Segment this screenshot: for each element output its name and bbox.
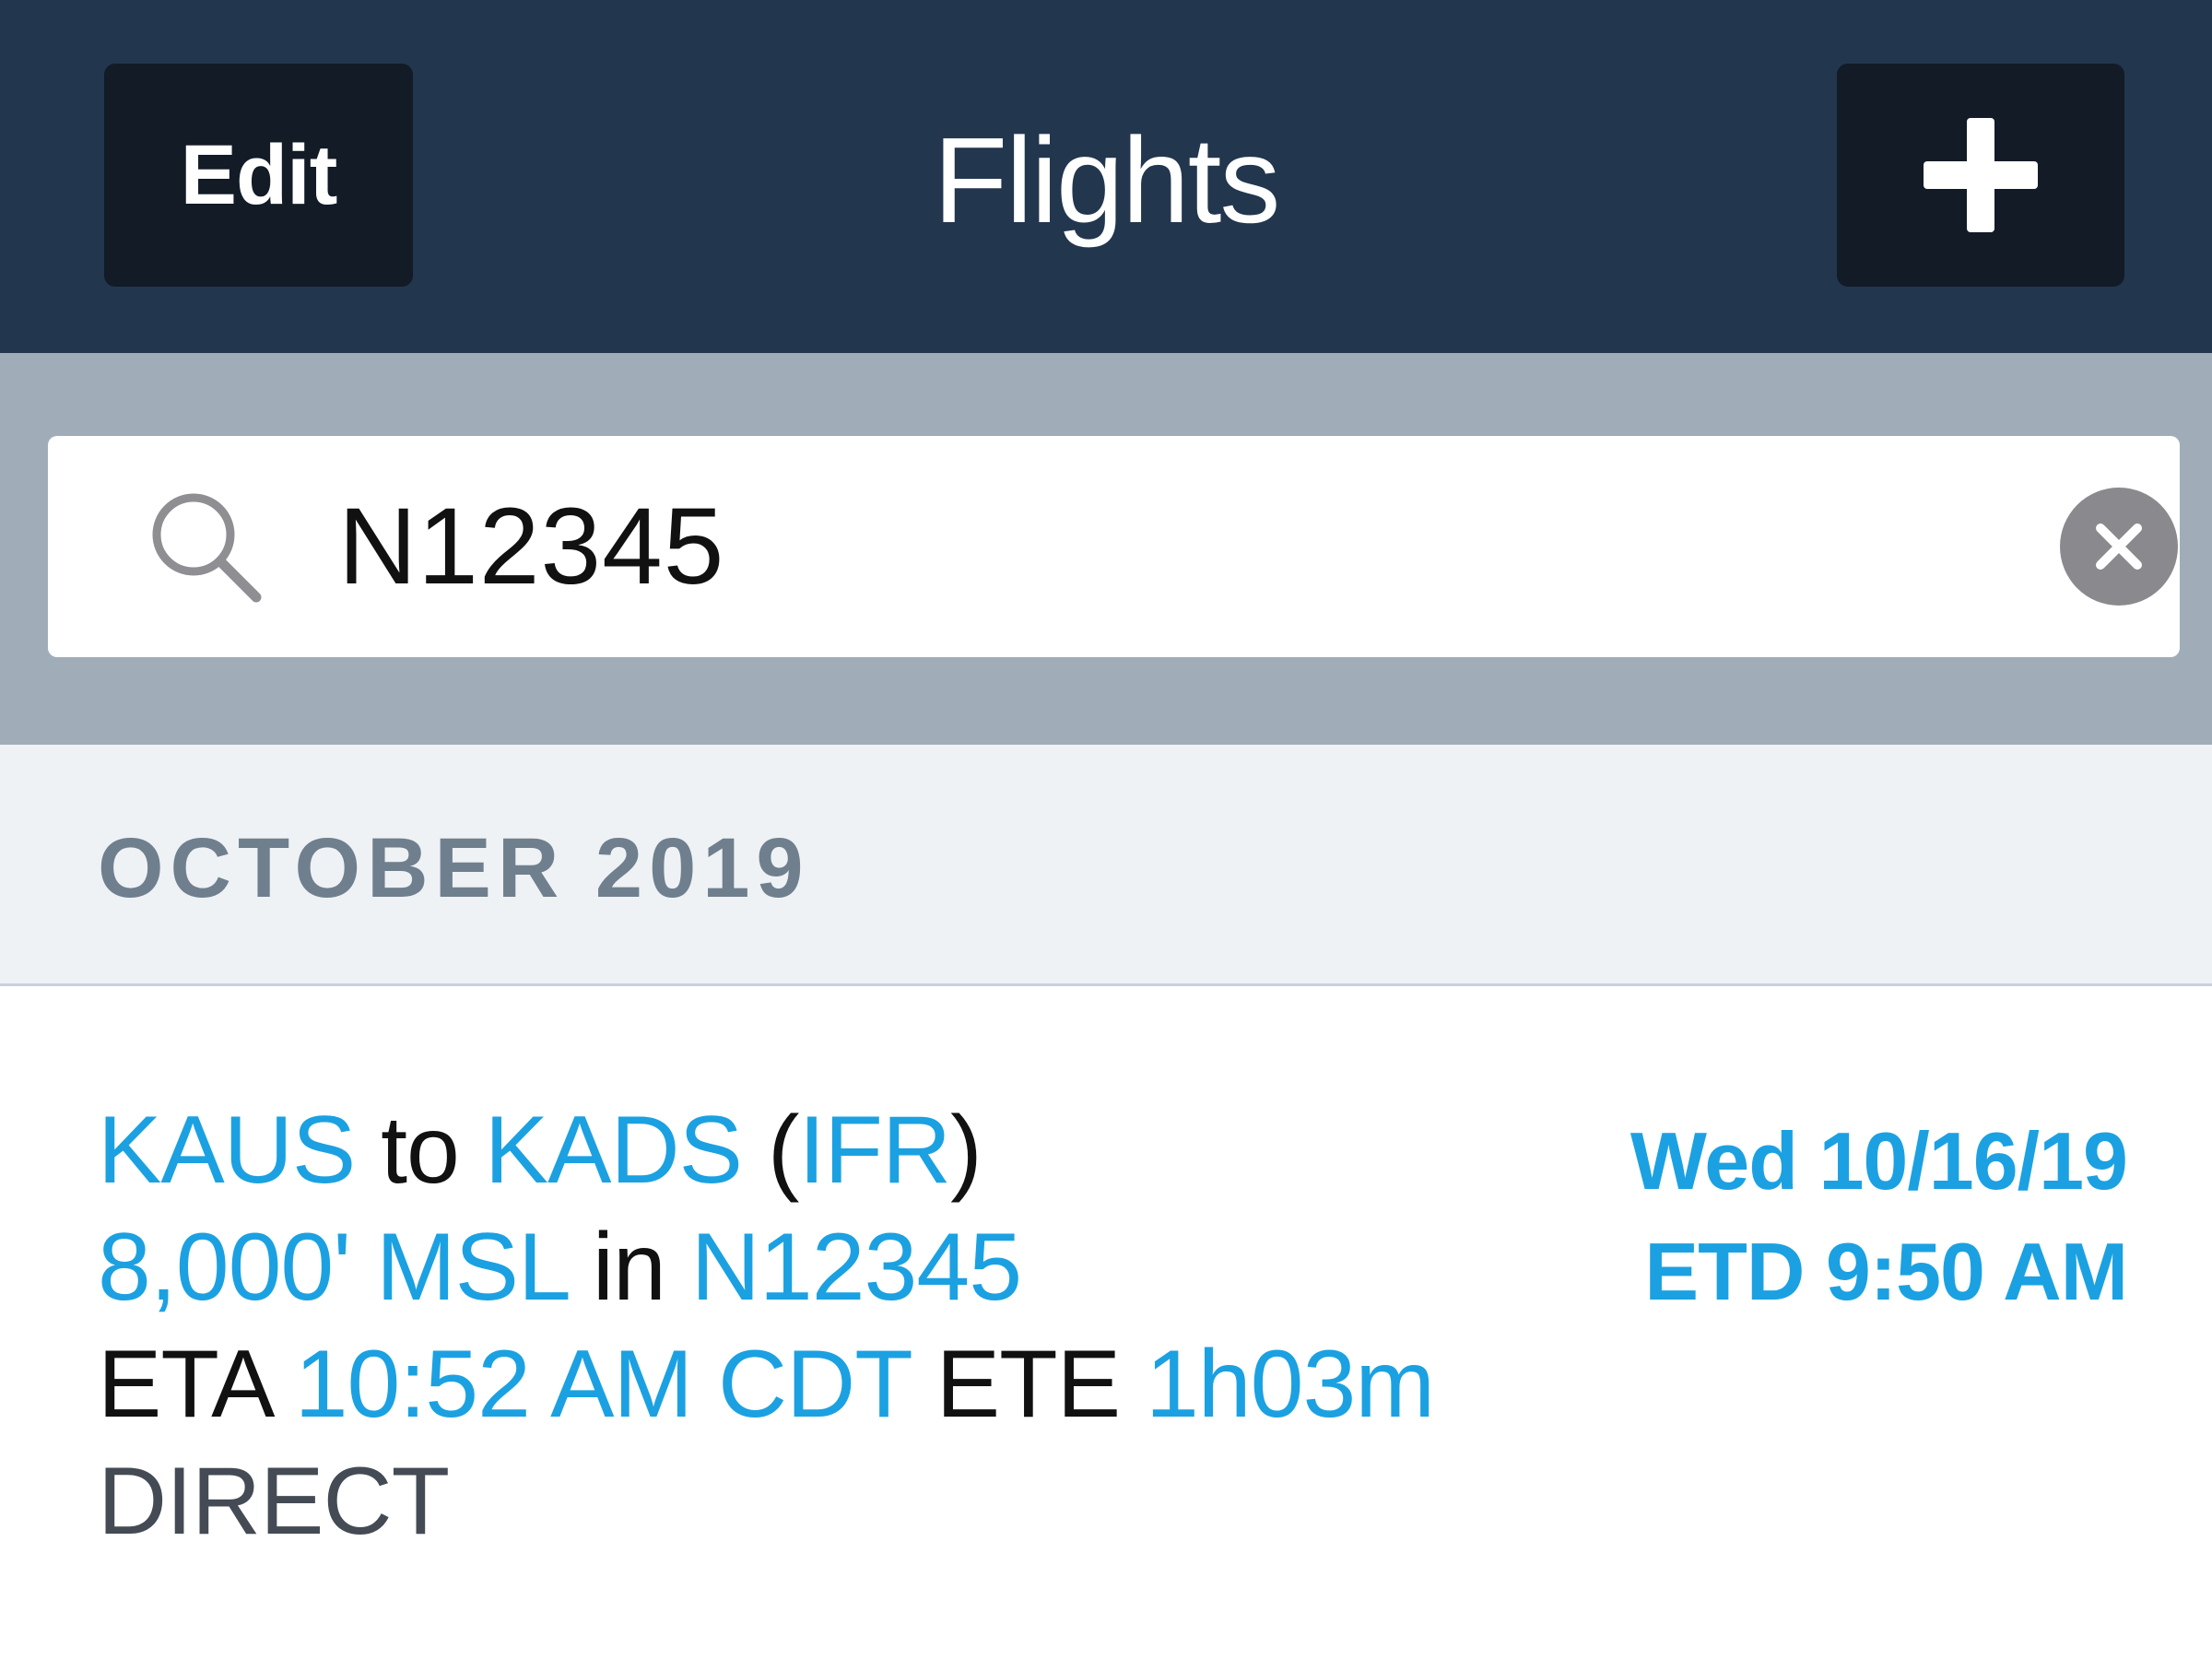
flight-date: Wed 10/16/19: [1630, 1115, 2128, 1206]
destination-airport: KADS: [484, 1097, 743, 1204]
search-bar-container: [0, 353, 2212, 745]
search-field[interactable]: [48, 436, 2180, 657]
flight-list-item[interactable]: KAUS to KADS (IFR) 8,000' MSL in N12345 …: [0, 986, 2212, 1659]
navigation-bar: Edit Flights: [0, 0, 2212, 353]
aircraft-tail: N12345: [690, 1214, 1022, 1321]
eta-label: ETA: [98, 1331, 270, 1438]
ete-label: ETE: [935, 1331, 1121, 1438]
in-word: in: [592, 1214, 666, 1321]
clear-search-button[interactable]: [2060, 488, 2178, 606]
flights-screen: Edit Flights OCTOBER 2019 KAUS to K: [0, 0, 2212, 1659]
to-word: to: [381, 1097, 460, 1204]
timing-line: ETA 10:52 AM CDT ETE 1h03m: [98, 1326, 1435, 1443]
altitude-line: 8,000' MSL in N12345: [98, 1209, 1434, 1326]
flight-schedule: Wed 10/16/19 ETD 9:50 AM: [1630, 1106, 2128, 1327]
section-title: OCTOBER 2019: [98, 821, 810, 915]
eta-value: 10:52 AM CDT: [294, 1331, 912, 1438]
search-icon: [152, 493, 262, 603]
section-header: OCTOBER 2019: [0, 745, 2212, 986]
flight-etd: ETD 9:50 AM: [1644, 1226, 2128, 1317]
flight-rules: IFR: [798, 1097, 952, 1204]
plus-icon: [1924, 118, 2038, 232]
search-input[interactable]: [338, 482, 1951, 611]
route-line: KAUS to KADS (IFR): [98, 1092, 1434, 1209]
altitude: 8,000' MSL: [98, 1214, 568, 1321]
ete-value: 1h03m: [1145, 1331, 1435, 1438]
add-flight-button[interactable]: [1837, 64, 2124, 287]
route-type: DIRECT: [98, 1448, 450, 1555]
origin-airport: KAUS: [98, 1097, 356, 1204]
flight-details: KAUS to KADS (IFR) 8,000' MSL in N12345 …: [98, 1092, 1435, 1560]
open-paren: (: [767, 1097, 800, 1204]
close-paren: ): [950, 1097, 982, 1204]
clear-icon: [2096, 524, 2142, 570]
